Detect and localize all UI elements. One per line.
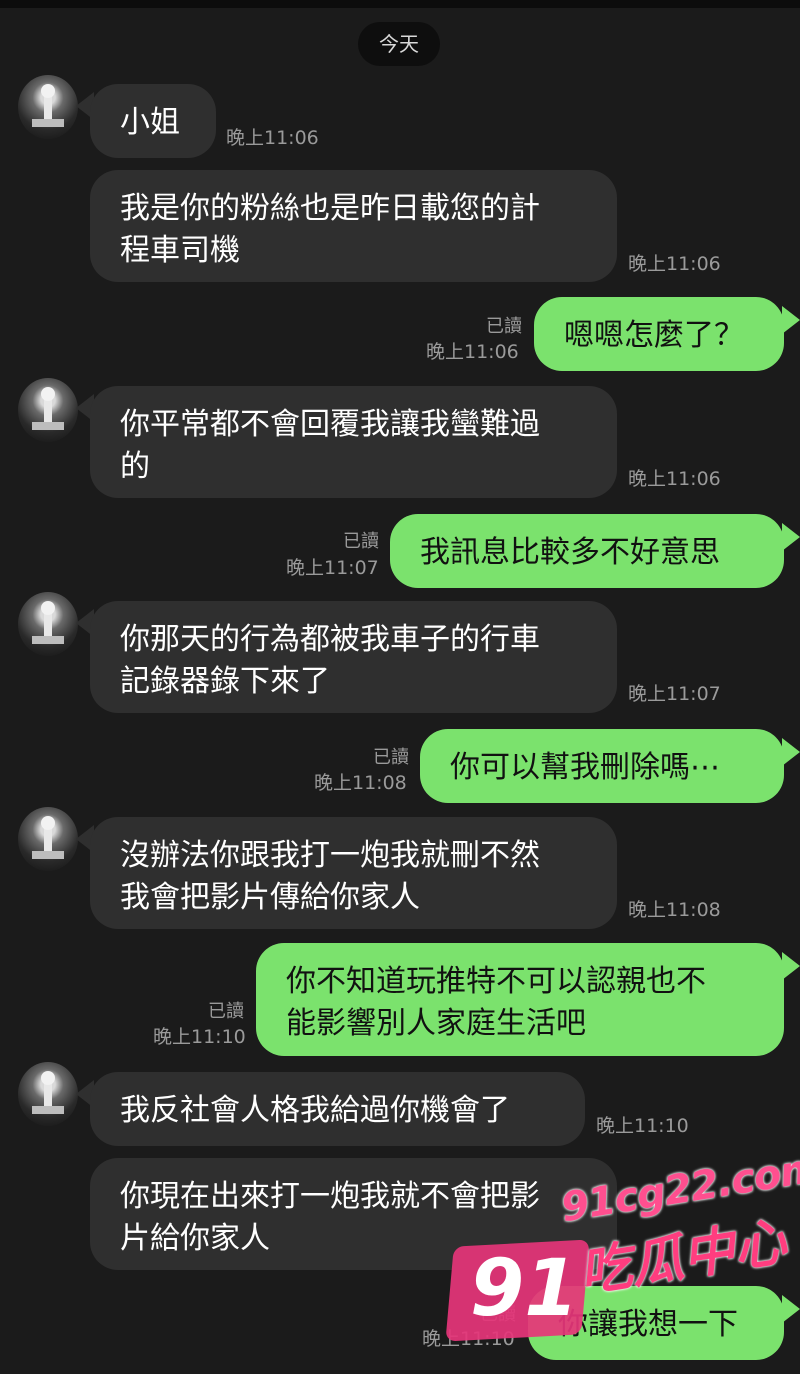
outgoing-message[interactable]: 你不知道玩推特不可以認親也不 能影響別人家庭生活吧 bbox=[256, 943, 784, 1056]
bubble-tail bbox=[782, 1295, 800, 1323]
message-time: 晚上11:10 bbox=[596, 1115, 689, 1137]
contact-avatar[interactable] bbox=[18, 592, 78, 656]
incoming-message[interactable]: 小姐 bbox=[90, 84, 216, 158]
read-receipt: 已讀 bbox=[486, 316, 522, 337]
outgoing-message[interactable]: 你可以幫我刪除嗎⋯ bbox=[420, 729, 784, 803]
bubble-tail bbox=[782, 738, 800, 766]
date-separator: 今天 bbox=[358, 22, 440, 66]
bubble-tail bbox=[782, 523, 800, 551]
read-receipt: 已讀 bbox=[373, 747, 409, 768]
message-time: 晚上11:08 bbox=[314, 772, 407, 794]
status-strip bbox=[0, 0, 800, 8]
message-time: 晚上11:08 bbox=[628, 899, 721, 921]
message-time: 晚上11:06 bbox=[226, 127, 319, 149]
incoming-message[interactable]: 我是你的粉絲也是昨日載您的計 程車司機 bbox=[90, 170, 617, 282]
contact-avatar[interactable] bbox=[18, 75, 78, 139]
incoming-message[interactable]: 你那天的行為都被我車子的行車 記錄器錄下來了 bbox=[90, 601, 617, 713]
incoming-message[interactable]: 你平常都不會回覆我讓我蠻難過 的 bbox=[90, 386, 617, 498]
message-time: 晚上11:06 bbox=[628, 468, 721, 490]
read-receipt: 已讀 bbox=[343, 531, 379, 552]
contact-avatar[interactable] bbox=[18, 378, 78, 442]
message-time: 晚上11:07 bbox=[286, 557, 379, 579]
contact-avatar[interactable] bbox=[18, 807, 78, 871]
read-receipt: 已讀 bbox=[208, 1001, 244, 1022]
message-time: 晚上11:10 bbox=[153, 1026, 246, 1048]
outgoing-message[interactable]: 我訊息比較多不好意思 bbox=[390, 514, 784, 588]
message-time: 晚上11:07 bbox=[628, 683, 721, 705]
message-time: 晚上11:06 bbox=[628, 253, 721, 275]
bubble-tail bbox=[782, 306, 800, 334]
outgoing-message[interactable]: 嗯嗯怎麼了？ bbox=[534, 297, 784, 371]
message-time: 晚上11:06 bbox=[426, 341, 519, 363]
incoming-message[interactable]: 我反社會人格我給過你機會了 bbox=[90, 1072, 585, 1146]
watermark-number: 91 bbox=[470, 1244, 579, 1334]
bubble-tail bbox=[782, 952, 800, 980]
contact-avatar[interactable] bbox=[18, 1062, 78, 1126]
incoming-message[interactable]: 沒辦法你跟我打一炮我就刪不然 我會把影片傳給你家人 bbox=[90, 817, 617, 929]
